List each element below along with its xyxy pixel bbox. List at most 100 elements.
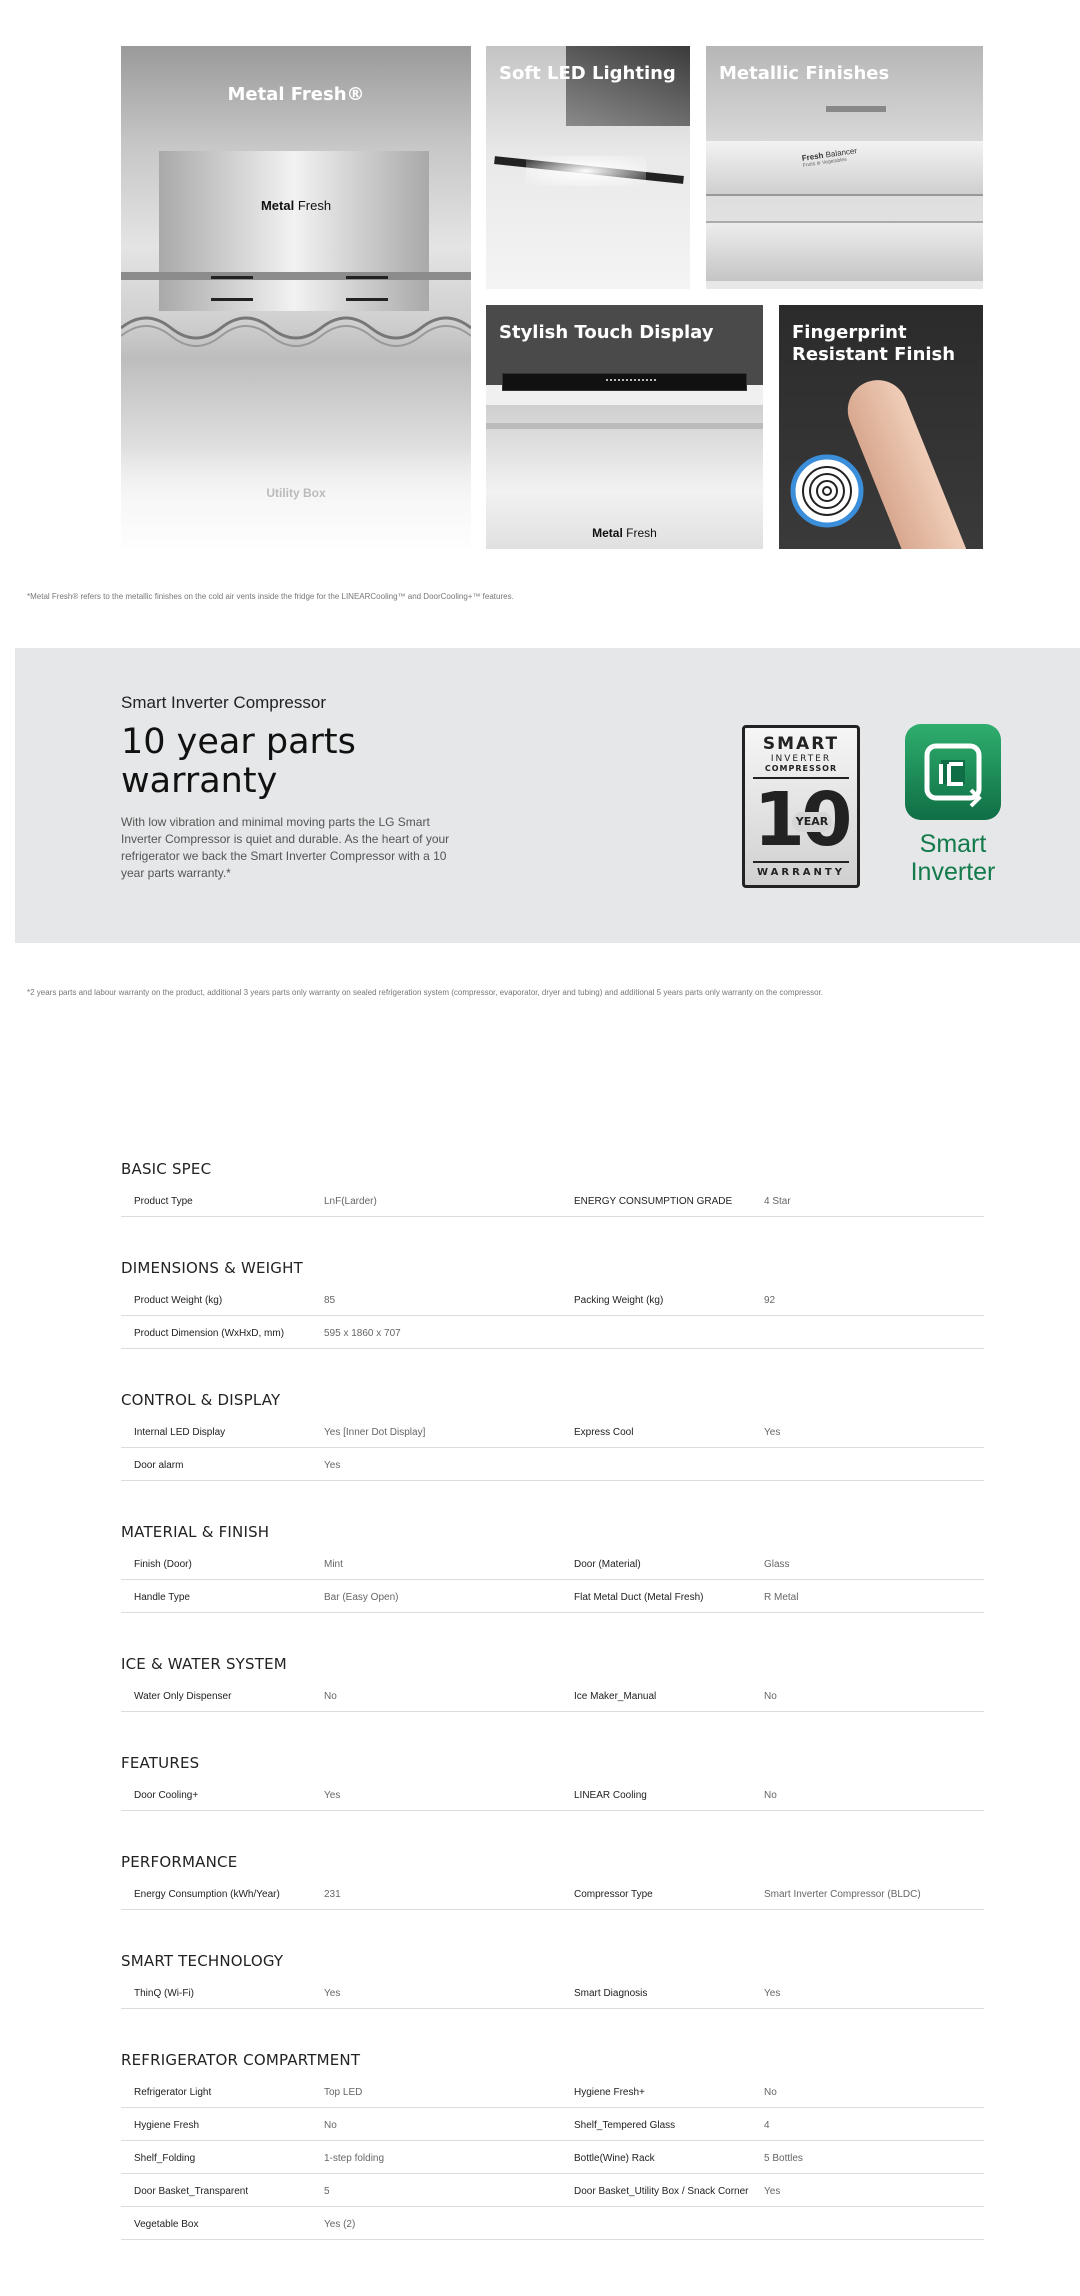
ceiling-dark [566,46,690,126]
spec-features: FEATURES Door Cooling+ Yes LINEAR Coolin… [121,1754,984,1811]
spec-row: Vegetable Box Yes (2) [121,2207,984,2240]
metal-fresh-label: Metal Fresh [121,198,471,213]
spec-label: Internal LED Display [134,1427,226,1438]
spec-label: Door Basket_Utility Box / Snack Corner [574,2186,749,2197]
spec-label: Product Dimension (WxHxD, mm) [134,1328,285,1339]
spec-row: ThinQ (Wi-Fi) Yes Smart Diagnosis Yes [121,1976,984,2009]
spec-label: Compressor Type [574,1889,653,1900]
spec-label: LINEAR Cooling [574,1790,647,1801]
spec-row: Refrigerator Light Top LED Hygiene Fresh… [121,2075,984,2108]
spec-label: Door alarm [134,1460,184,1471]
spec-value: 5 Bottles [764,2153,803,2164]
smart-inverter-text-2: Inverter [910,858,996,886]
spec-ice-water: ICE & WATER SYSTEM Water Only Dispenser … [121,1655,984,1712]
vent-right [346,276,388,279]
spec-dimensions: DIMENSIONS & WEIGHT Product Weight (kg) … [121,1259,984,1349]
smart-inverter-text-1: Smart [919,830,987,858]
spec-basic: BASIC SPEC Product Type LnF(Larder) ENER… [121,1160,984,1217]
smart-inverter-icon [905,724,1001,820]
spec-value: 4 [764,2120,770,2131]
spec-row: Finish (Door) Mint Door (Material) Glass [121,1547,984,1580]
spec-row: Product Dimension (WxHxD, mm) 595 x 1860… [121,1316,984,1349]
spec-value: LnF(Larder) [324,1196,377,1207]
warranty-heading: 10 year parts warranty [121,723,356,801]
metallic-finishes-title: Metallic Finishes [719,63,890,84]
spec-label: Express Cool [574,1427,634,1438]
spec-value: Yes [324,1988,341,1999]
spec-label: ENERGY CONSUMPTION GRADE [574,1196,733,1207]
spec-row: Door Cooling+ Yes LINEAR Cooling No [121,1778,984,1811]
glass-shelf [121,272,471,280]
spec-title: ICE & WATER SYSTEM [121,1655,287,1673]
badge-number-wrap: 10 YEAR [745,779,857,861]
badge-inverter: INVERTER [770,754,832,764]
led-glow [526,156,646,186]
vent-left-2 [211,298,253,301]
spec-value: 85 [324,1295,336,1306]
metal-fresh-title: Metal Fresh® [227,84,365,105]
metallic-finishes-tile: Fresh Balancer Fruits ⊛ Vegetables Metal… [706,46,983,289]
spec-value: 231 [324,1889,341,1900]
spec-refrigerator-compartment: REFRIGERATOR COMPARTMENT Refrigerator Li… [121,2051,984,2240]
spec-label: Ice Maker_Manual [574,1691,657,1702]
spec-label: Flat Metal Duct (Metal Fresh) [574,1592,704,1603]
spec-title: PERFORMANCE [121,1853,238,1871]
touch-metal-fresh-label: Metal Fresh [486,526,763,540]
spec-smart-technology: SMART TECHNOLOGY ThinQ (Wi-Fi) Yes Smart… [121,1952,984,2009]
spec-value: Yes [764,1427,781,1438]
spec-value: Glass [764,1559,790,1570]
soft-led-title: Soft LED Lighting [499,63,676,84]
spec-title: CONTROL & DISPLAY [121,1391,281,1409]
spec-value: 92 [764,1295,776,1306]
spec-value: Yes [Inner Dot Display] [324,1427,426,1438]
spec-label: Bottle(Wine) Rack [574,2153,655,2164]
spec-value: Yes [764,2186,781,2197]
smart-inverter-logo: Smart Inverter [888,724,1018,886]
metal-panel [159,151,429,311]
badge-year: YEAR [792,812,832,832]
spec-material-finish: MATERIAL & FINISH Finish (Door) Mint Doo… [121,1523,984,1613]
fingerprint-icon [790,454,864,528]
spec-value: 5 [324,2186,330,2197]
inverter-symbol-icon [924,743,982,808]
spec-row: Door alarm Yes [121,1448,984,1481]
warranty-heading-line1: 10 year parts [121,722,356,762]
spec-row: Internal LED Display Yes [Inner Dot Disp… [121,1415,984,1448]
spec-value: 595 x 1860 x 707 [324,1328,401,1339]
spec-row: Energy Consumption (kWh/Year) 231 Compre… [121,1877,984,1910]
warranty-badge: SMART INVERTER COMPRESSOR 10 YEAR WARRAN… [742,725,860,888]
metal-fresh-tile: Metal Fresh® Metal Fresh Utility Box [121,46,471,549]
spec-title: BASIC SPEC [121,1160,212,1178]
spec-value: No [324,1691,337,1702]
spec-label: Energy Consumption (kWh/Year) [134,1889,280,1900]
spec-label: Packing Weight (kg) [574,1295,664,1306]
display-dots [606,379,656,383]
spec-label: Door (Material) [574,1559,641,1570]
fingerprint-tile: Fingerprint Resistant Finish [779,305,983,549]
display-shelf [486,423,763,429]
warranty-footnote: *2 years parts and labour warranty on th… [27,988,823,997]
wine-rack [121,316,471,347]
drawer-bottom [706,221,983,281]
spec-performance: PERFORMANCE Energy Consumption (kWh/Year… [121,1853,984,1910]
vent-right-2 [346,298,388,301]
spec-row: Shelf_Folding 1-step folding Bottle(Wine… [121,2141,984,2174]
spec-value: Mint [324,1559,343,1570]
spec-value: No [764,2087,777,2098]
spec-label: Product Type [134,1196,193,1207]
warranty-heading-line2: warranty [121,761,278,801]
spec-label: Product Weight (kg) [134,1295,223,1306]
touch-display-title: Stylish Touch Display [499,322,714,343]
spec-value: Yes [324,1790,341,1801]
spec-label: Door Cooling+ [134,1790,199,1801]
spec-label: Shelf_Tempered Glass [574,2120,676,2131]
spec-value: R Metal [764,1592,799,1603]
spec-value: Top LED [324,2087,363,2098]
spec-row: Water Only Dispenser No Ice Maker_Manual… [121,1679,984,1712]
spec-row: Product Type LnF(Larder) ENERGY CONSUMPT… [121,1184,984,1217]
drawer-handle [826,106,886,112]
spec-label: Handle Type [134,1592,190,1603]
spec-value: No [764,1790,777,1801]
warranty-subtitle: Smart Inverter Compressor [121,693,326,712]
soft-led-tile: Soft LED Lighting [486,46,690,289]
